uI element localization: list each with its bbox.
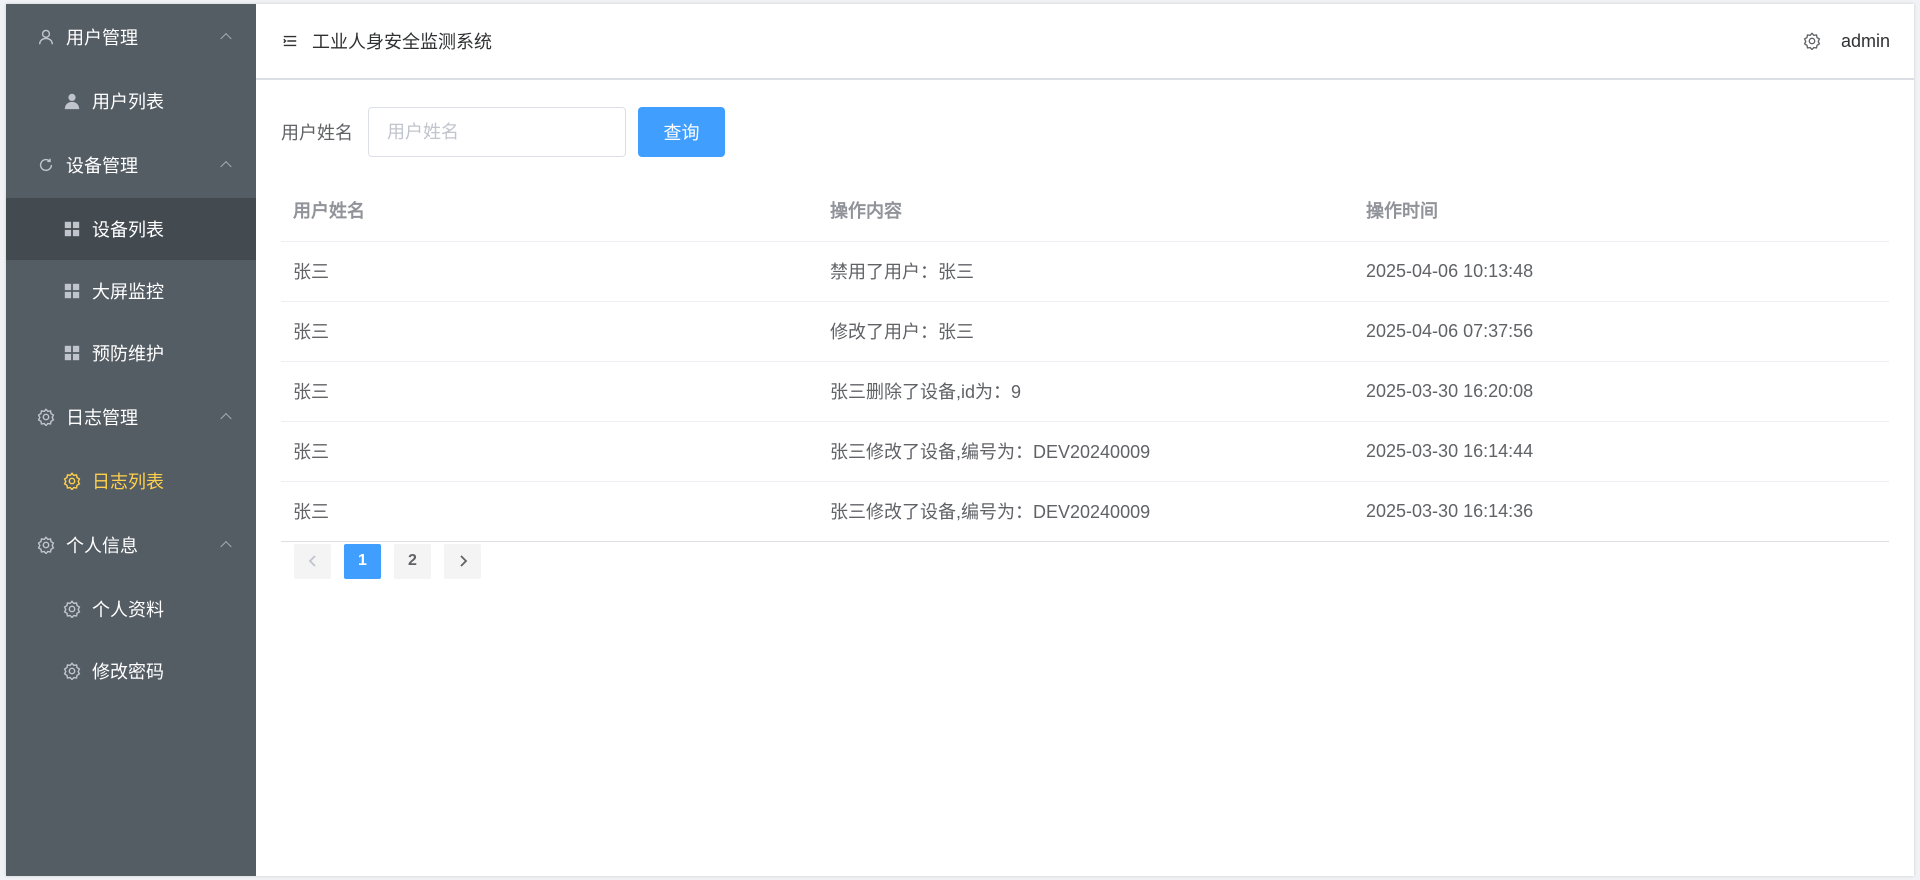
sidebar-item-label: 个人资料 <box>92 600 164 620</box>
query-button[interactable]: 查询 <box>638 107 725 157</box>
cell-operation: 禁用了用户：张三 <box>818 241 1354 302</box>
sidebar-group-label: 个人信息 <box>66 536 138 556</box>
sidebar-item-user-list[interactable]: 用户列表 <box>6 70 256 132</box>
search-label: 用户姓名 <box>281 123 353 143</box>
grid-icon <box>62 343 82 363</box>
grid-icon <box>62 281 82 301</box>
table-row: 张三 禁用了用户：张三 2025-04-06 10:13:48 <box>281 241 1889 302</box>
person-icon <box>62 91 82 111</box>
sidebar-item-screen-monitor[interactable]: 大屏监控 <box>6 260 256 322</box>
cell-operation: 修改了用户：张三 <box>818 301 1354 362</box>
sidebar-item-log-list[interactable]: 日志列表 <box>6 450 256 512</box>
next-page-button[interactable] <box>444 543 481 579</box>
column-header-operation: 操作内容 <box>818 179 1354 242</box>
chevron-up-icon <box>220 32 232 45</box>
grid-icon <box>62 219 82 239</box>
table-row: 张三 张三删除了设备,id为：9 2025-03-30 16:20:08 <box>281 361 1889 422</box>
pagination: 1 2 <box>281 543 1889 579</box>
sidebar-item-label: 预防维护 <box>92 344 164 364</box>
sidebar-group-label: 用户管理 <box>66 28 138 48</box>
cell-operation: 张三修改了设备,编号为：DEV20240009 <box>818 421 1354 482</box>
cell-operation: 张三修改了设备,编号为：DEV20240009 <box>818 481 1354 542</box>
log-table: 用户姓名 操作内容 操作时间 张三 禁用了用户：张三 2025-04-06 10… <box>281 179 1889 542</box>
cell-time: 2025-04-06 07:37:56 <box>1354 301 1889 362</box>
column-header-time: 操作时间 <box>1354 179 1889 242</box>
sidebar-item-change-password[interactable]: 修改密码 <box>6 640 256 702</box>
user-name[interactable]: admin <box>1841 31 1890 52</box>
sidebar-group-personal-info[interactable]: 个人信息 <box>6 512 256 578</box>
table-header-row: 用户姓名 操作内容 操作时间 <box>281 179 1889 242</box>
cell-username: 张三 <box>281 301 818 362</box>
sidebar-item-profile[interactable]: 个人资料 <box>6 578 256 640</box>
sidebar-item-label: 修改密码 <box>92 662 164 682</box>
cell-time: 2025-04-06 10:13:48 <box>1354 241 1889 302</box>
cell-username: 张三 <box>281 481 818 542</box>
sidebar-item-label: 日志列表 <box>92 472 164 492</box>
sidebar-item-label: 大屏监控 <box>92 282 164 302</box>
sidebar-group-label: 日志管理 <box>66 408 138 428</box>
cell-username: 张三 <box>281 421 818 482</box>
app-title: 工业人身安全监测系统 <box>312 32 492 52</box>
gear-icon <box>36 535 56 555</box>
username-search-input[interactable] <box>368 107 626 157</box>
table-row: 张三 修改了用户：张三 2025-04-06 07:37:56 <box>281 301 1889 362</box>
user-icon <box>36 27 56 47</box>
sidebar: 用户管理 用户列表 设备管理 设备列表 大屏监控 预防维护 日志管理 日志列表 … <box>6 4 256 876</box>
cell-username: 张三 <box>281 361 818 422</box>
page-button-2[interactable]: 2 <box>394 543 431 579</box>
sidebar-item-device-list[interactable]: 设备列表 <box>6 198 256 260</box>
app-window: 用户管理 用户列表 设备管理 设备列表 大屏监控 预防维护 日志管理 日志列表 … <box>6 4 1914 876</box>
sidebar-group-log-management[interactable]: 日志管理 <box>6 384 256 450</box>
chevron-up-icon <box>220 412 232 425</box>
sidebar-group-label: 设备管理 <box>66 156 138 176</box>
top-header: 工业人身安全监测系统 admin <box>256 4 1914 80</box>
sidebar-item-label: 用户列表 <box>92 92 164 112</box>
cell-operation: 张三删除了设备,id为：9 <box>818 361 1354 422</box>
menu-fold-icon[interactable] <box>282 32 300 50</box>
search-bar: 用户姓名 查询 <box>281 107 1889 157</box>
table-row: 张三 张三修改了设备,编号为：DEV20240009 2025-03-30 16… <box>281 421 1889 482</box>
prev-page-button[interactable] <box>294 543 331 579</box>
settings-gear-icon[interactable] <box>1803 32 1821 50</box>
cell-username: 张三 <box>281 241 818 302</box>
chevron-right-icon <box>459 555 467 567</box>
chevron-up-icon <box>220 160 232 173</box>
cell-time: 2025-03-30 16:20:08 <box>1354 361 1889 422</box>
cell-time: 2025-03-30 16:14:36 <box>1354 481 1889 542</box>
gear-icon <box>62 599 82 619</box>
sidebar-group-user-management[interactable]: 用户管理 <box>6 4 256 70</box>
gear-icon <box>62 471 82 491</box>
chevron-up-icon <box>220 540 232 553</box>
cell-time: 2025-03-30 16:14:44 <box>1354 421 1889 482</box>
sidebar-group-device-management[interactable]: 设备管理 <box>6 132 256 198</box>
content-area: 用户姓名 查询 用户姓名 操作内容 操作时间 张三 禁用了用户：张三 <box>256 80 1914 579</box>
sidebar-item-label: 设备列表 <box>92 220 164 240</box>
gear-icon <box>36 407 56 427</box>
chevron-left-icon <box>308 555 316 567</box>
column-header-username: 用户姓名 <box>281 179 818 242</box>
refresh-icon <box>36 155 56 175</box>
main-area: 工业人身安全监测系统 admin 用户姓名 查询 用户姓名 操作内 <box>256 4 1914 876</box>
gear-icon <box>62 661 82 681</box>
sidebar-item-preventive-maintenance[interactable]: 预防维护 <box>6 322 256 384</box>
table-row: 张三 张三修改了设备,编号为：DEV20240009 2025-03-30 16… <box>281 481 1889 542</box>
page-button-1[interactable]: 1 <box>344 543 381 579</box>
